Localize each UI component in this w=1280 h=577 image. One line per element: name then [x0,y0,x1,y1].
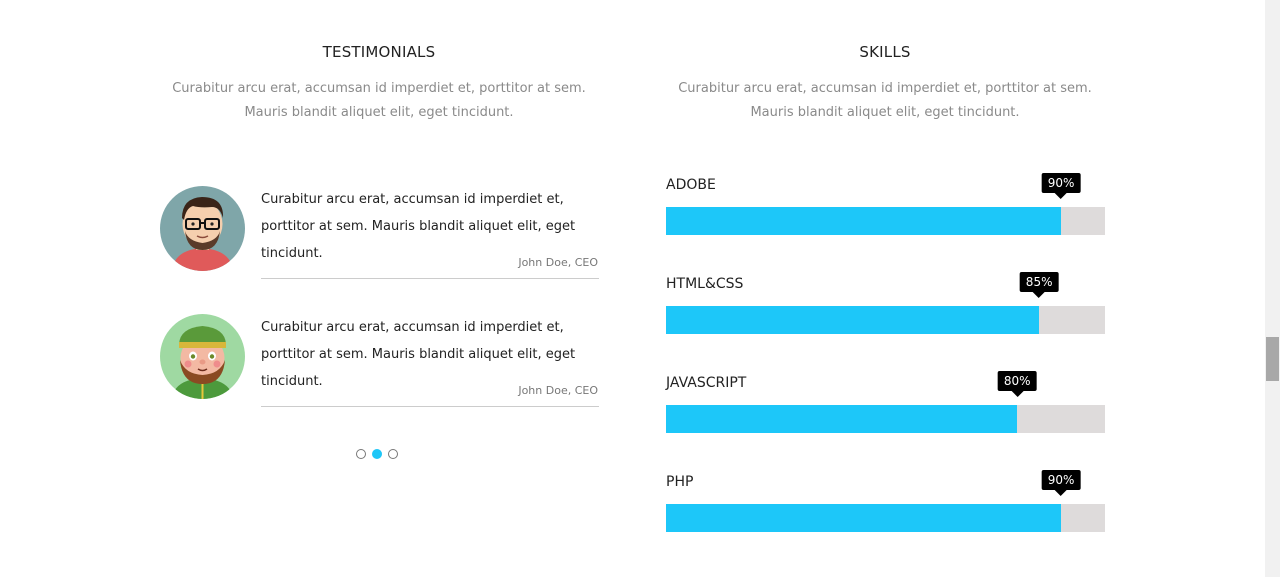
skill-progress-track: 85% [666,272,1105,334]
skills-subtitle: Curabitur arcu erat, accumsan id imperdi… [665,77,1105,125]
skills-subtitle-line: Mauris blandit aliquet elit, eget tincid… [750,105,1020,120]
skill-percent-tooltip: 90% [1041,470,1081,496]
testimonial-pagination [356,449,404,461]
skill-percent-tooltip: 90% [1041,173,1081,199]
skill-row: PHP 90% [666,470,1105,532]
skill-progress-track: 80% [666,371,1105,433]
testimonial-divider [261,278,599,279]
skills-title: SKILLS [859,43,911,61]
scrollbar-thumb[interactable] [1266,337,1279,381]
bearded-man-green-hat-avatar [160,314,245,399]
testimonials-title: TESTIMONIALS [322,43,436,61]
skill-row: HTML&CSS 85% [666,272,1105,334]
man-with-glasses-avatar [160,186,245,271]
testimonial-item: Curabitur arcu erat, accumsan id imperdi… [160,186,600,286]
skill-name: JAVASCRIPT [666,375,747,391]
testimonial-item: Curabitur arcu erat, accumsan id imperdi… [160,314,600,414]
testimonial-divider [261,406,599,407]
skill-row: JAVASCRIPT 80% [666,371,1105,433]
skill-progress-track: 90% [666,470,1105,532]
pagination-dot-3[interactable] [388,449,398,459]
skill-progress-fill [666,504,1062,532]
testimonial-quote: Curabitur arcu erat, accumsan id imperdi… [261,192,576,261]
pagination-dot-2[interactable] [372,449,382,459]
testimonials-subtitle-line: Curabitur arcu erat, accumsan id imperdi… [172,81,586,96]
skill-name: PHP [666,474,694,490]
skill-progress-fill [666,405,1018,433]
page-scrollbar[interactable] [1265,0,1280,577]
testimonial-quote: Curabitur arcu erat, accumsan id imperdi… [261,320,576,389]
skill-row: ADOBE 90% [666,173,1105,235]
testimonials-subtitle: Curabitur arcu erat, accumsan id imperdi… [159,77,599,125]
skills-subtitle-line: Curabitur arcu erat, accumsan id imperdi… [678,81,1092,96]
skill-progress-fill [666,207,1062,235]
skill-name: HTML&CSS [666,276,744,292]
pagination-dot-1[interactable] [356,449,366,459]
testimonial-author: John Doe, CEO [518,384,598,397]
skill-progress-track: 90% [666,173,1105,235]
testimonials-subtitle-line: Mauris blandit aliquet elit, eget tincid… [244,105,514,120]
testimonial-author: John Doe, CEO [518,256,598,269]
skill-percent-tooltip: 80% [997,371,1037,397]
skill-percent-tooltip: 85% [1019,272,1059,298]
skill-progress-fill [666,306,1040,334]
skill-name: ADOBE [666,177,716,193]
